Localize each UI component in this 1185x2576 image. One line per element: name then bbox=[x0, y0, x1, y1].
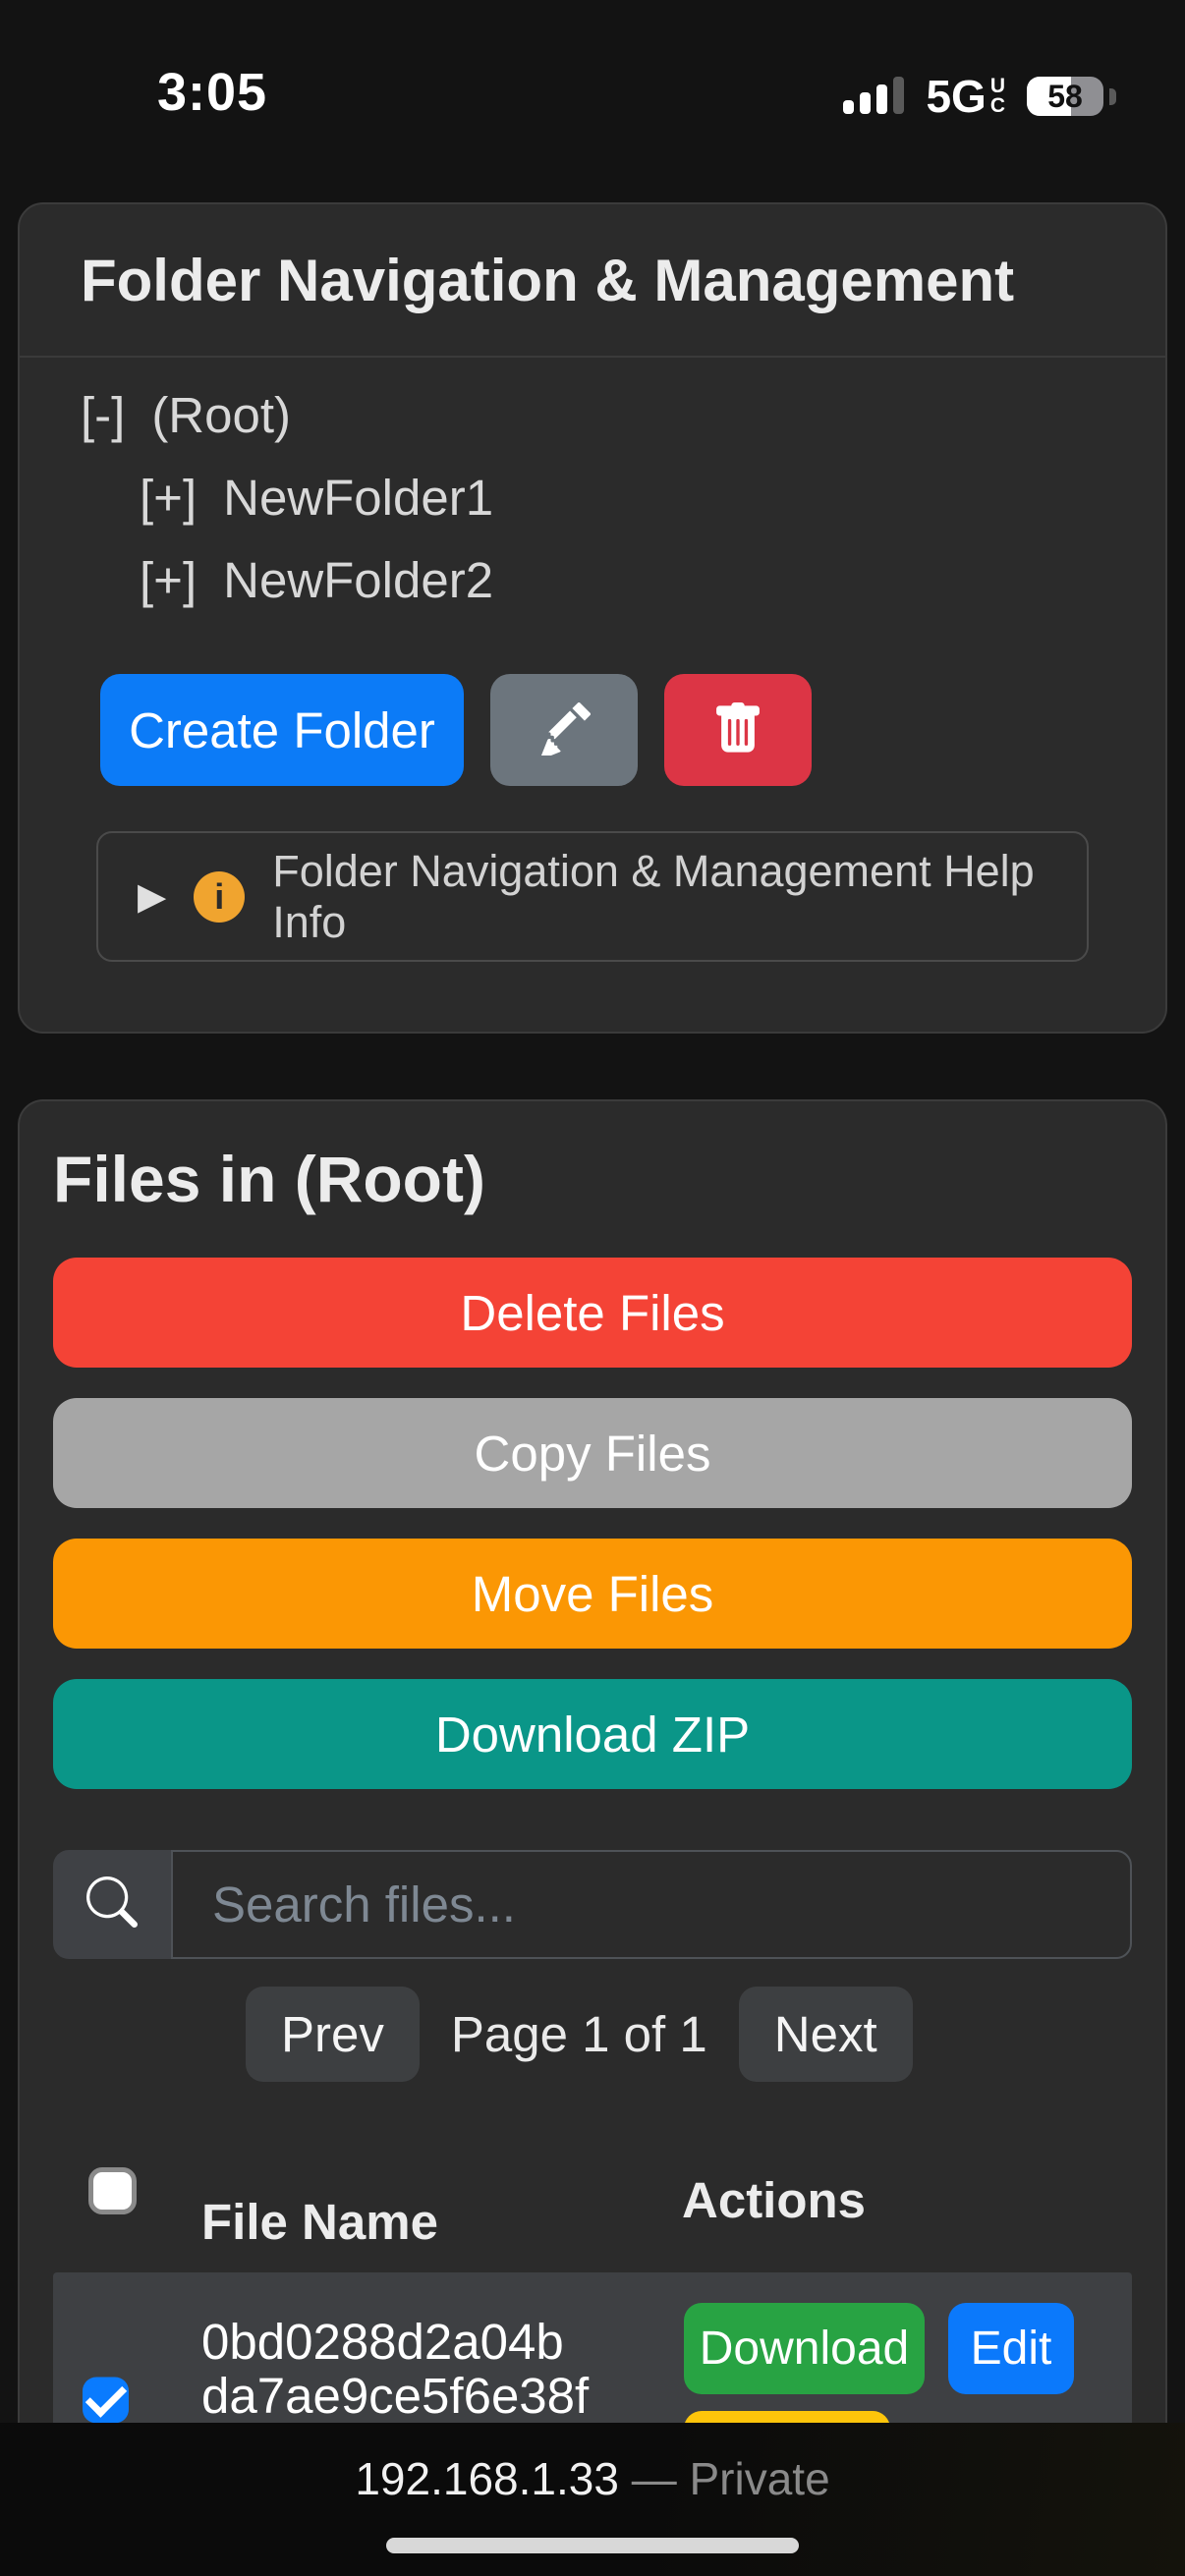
edit-file-button[interactable]: Edit bbox=[948, 2303, 1074, 2394]
trash-icon bbox=[711, 702, 764, 758]
signal-strength-icon bbox=[843, 69, 904, 124]
files-card: Files in (Root) Delete Files Copy Files … bbox=[18, 1099, 1167, 2425]
actions-column-header: Actions bbox=[682, 2171, 866, 2229]
folder-navigation-card: Folder Navigation & Management [-] (Root… bbox=[18, 202, 1167, 1034]
tree-label-newfolder1[interactable]: NewFolder1 bbox=[223, 469, 493, 527]
browser-bottom-bar: 192.168.1.33 — Private bbox=[0, 2423, 1185, 2576]
tree-item-root[interactable]: [-] (Root) bbox=[81, 373, 1104, 456]
battery-nub bbox=[1109, 88, 1116, 105]
tree-toggle-newfolder2[interactable]: [+] bbox=[140, 551, 197, 609]
search-bar bbox=[53, 1850, 1132, 1959]
tree-toggle-root[interactable]: [-] bbox=[81, 386, 125, 444]
delete-folder-button[interactable] bbox=[664, 674, 812, 786]
status-bar: 3:05 5G U C 58 bbox=[0, 0, 1185, 147]
info-icon: i bbox=[194, 871, 245, 923]
select-all-checkbox[interactable] bbox=[88, 2167, 137, 2214]
folder-card-body: [-] (Root) [+] NewFolder1 [+] NewFolder2… bbox=[20, 358, 1165, 962]
delete-files-button[interactable]: Delete Files bbox=[53, 1258, 1132, 1368]
rename-folder-button[interactable] bbox=[490, 674, 638, 786]
file-table-row: 0bd0288d2a04b da7ae9ce5f6e38f Download E… bbox=[53, 2272, 1132, 2425]
pencil-icon bbox=[537, 702, 591, 758]
disclosure-triangle-icon[interactable]: ▶ bbox=[138, 874, 166, 919]
network-sub-label: U C bbox=[990, 77, 1005, 116]
folder-card-header: Folder Navigation & Management bbox=[20, 204, 1165, 358]
row-checkbox-checked[interactable] bbox=[83, 2378, 129, 2424]
url-host[interactable]: 192.168.1.33 bbox=[355, 2453, 619, 2504]
battery-icon: 58 bbox=[1027, 77, 1103, 116]
battery-percent: 58 bbox=[1027, 77, 1103, 116]
folder-actions-row: Create Folder bbox=[100, 674, 1104, 786]
folder-card-title: Folder Navigation & Management bbox=[81, 247, 1014, 314]
search-icon bbox=[86, 1876, 138, 1932]
status-icons: 5G U C 58 bbox=[843, 69, 1116, 124]
download-zip-button[interactable]: Download ZIP bbox=[53, 1679, 1132, 1789]
search-input[interactable] bbox=[171, 1850, 1132, 1959]
network-type-indicator: 5G U C bbox=[926, 70, 1005, 123]
prev-page-button[interactable]: Prev bbox=[246, 1987, 420, 2082]
url-separator: — bbox=[632, 2453, 677, 2504]
home-indicator[interactable] bbox=[386, 2538, 799, 2553]
file-table-header: File Name Actions bbox=[53, 2167, 1132, 2251]
next-page-button[interactable]: Next bbox=[739, 1987, 913, 2082]
folder-help-disclosure[interactable]: ▶ i Folder Navigation & Management Help … bbox=[96, 831, 1089, 962]
move-files-button[interactable]: Move Files bbox=[53, 1539, 1132, 1649]
check-icon bbox=[85, 2376, 126, 2417]
tree-item-newfolder1[interactable]: [+] NewFolder1 bbox=[140, 456, 1104, 538]
tree-label-root[interactable]: (Root) bbox=[151, 386, 291, 444]
files-card-title: Files in (Root) bbox=[53, 1140, 1132, 1218]
row-actions-cell: Download Edit bbox=[684, 2303, 1074, 2425]
network-label: 5G bbox=[926, 70, 986, 123]
privacy-label: Private bbox=[689, 2453, 829, 2504]
copy-files-button[interactable]: Copy Files bbox=[53, 1398, 1132, 1508]
address-bar[interactable]: 192.168.1.33 — Private bbox=[0, 2452, 1185, 2505]
help-summary-label[interactable]: Folder Navigation & Management Help Info bbox=[272, 846, 1047, 948]
pagination: Prev Page 1 of 1 Next bbox=[246, 1987, 913, 2082]
tree-item-newfolder2[interactable]: [+] NewFolder2 bbox=[140, 538, 1104, 621]
search-addon bbox=[53, 1850, 171, 1959]
file-name-cell: 0bd0288d2a04b da7ae9ce5f6e38f bbox=[201, 2272, 589, 2425]
tree-label-newfolder2[interactable]: NewFolder2 bbox=[223, 551, 493, 609]
page-status-label: Page 1 of 1 bbox=[451, 2005, 707, 2063]
file-name-column-header: File Name bbox=[201, 2193, 438, 2251]
tree-toggle-newfolder1[interactable]: [+] bbox=[140, 469, 197, 527]
create-folder-button[interactable]: Create Folder bbox=[100, 674, 464, 786]
status-time: 3:05 bbox=[157, 62, 267, 123]
download-file-button[interactable]: Download bbox=[684, 2303, 925, 2394]
